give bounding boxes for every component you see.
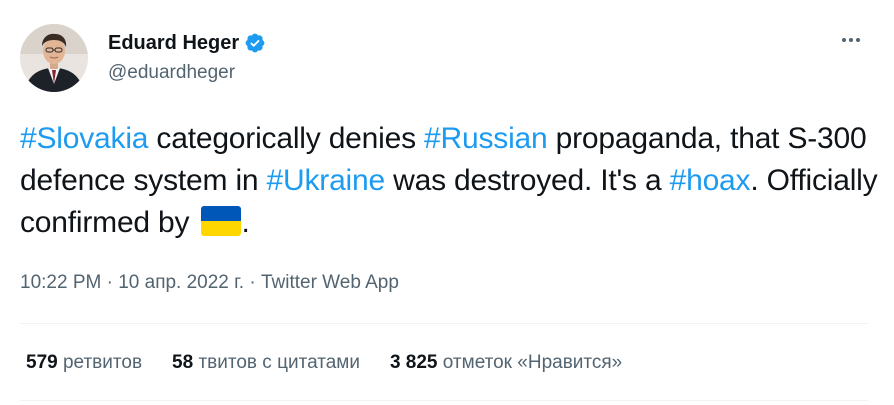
tweet-stats: 579 ретвитов 58 твитов с цитатами 3 825 … [26,352,652,374]
verified-badge-icon [244,32,266,54]
author-names: Eduard Heger @eduardheger [108,30,266,84]
tweet-header: Eduard Heger @eduardheger [20,24,266,96]
retweets-count: 579 [26,352,58,373]
hashtag-slovakia[interactable]: #Slovakia [20,122,148,155]
ukraine-flag-icon [201,206,242,236]
retweets-label: ретвитов [57,352,143,373]
tweet-source-link[interactable]: Twitter Web App [261,272,399,293]
likes-label: отметок «Нравится» [437,352,623,373]
tweet-date-link[interactable]: 10 апр. 2022 г. [118,272,244,293]
divider [20,323,868,324]
more-options-icon[interactable] [836,30,866,50]
retweets-stat[interactable]: 579 ретвитов [26,352,142,374]
quotes-label: твитов с цитатами [193,352,360,373]
tweet: Eduard Heger @eduardheger #Slovakia cate… [0,0,894,405]
divider [20,400,868,401]
likes-stat[interactable]: 3 825 отметок «Нравится» [390,352,622,374]
tweet-text-segment: categorically denies [148,122,425,155]
author-handle[interactable]: @eduardheger [108,62,266,84]
tweet-text-trailing: . [241,206,250,239]
tweet-text-segment: was destroyed. It's a [385,164,670,197]
dot [856,38,860,42]
name-row: Eduard Heger [108,30,266,56]
avatar-image [20,24,88,92]
tweet-time-link[interactable]: 10:22 PM [20,272,101,293]
tweet-meta: 10:22 PM · 10 апр. 2022 г. · Twitter Web… [20,272,399,294]
meta-separator: · [101,272,119,293]
quotes-count: 58 [172,352,194,373]
meta-separator: · [244,272,261,293]
dot [842,38,846,42]
likes-count: 3 825 [389,352,438,373]
tweet-text: #Slovakia categorically denies #Russian … [20,118,880,244]
hashtag-hoax[interactable]: #hoax [670,164,751,197]
hashtag-ukraine[interactable]: #Ukraine [267,164,386,197]
author-display-name[interactable]: Eduard Heger [108,32,239,55]
quotes-stat[interactable]: 58 твитов с цитатами [172,352,360,374]
avatar[interactable] [20,24,88,92]
dot [849,38,853,42]
hashtag-russian[interactable]: #Russian [424,122,548,155]
